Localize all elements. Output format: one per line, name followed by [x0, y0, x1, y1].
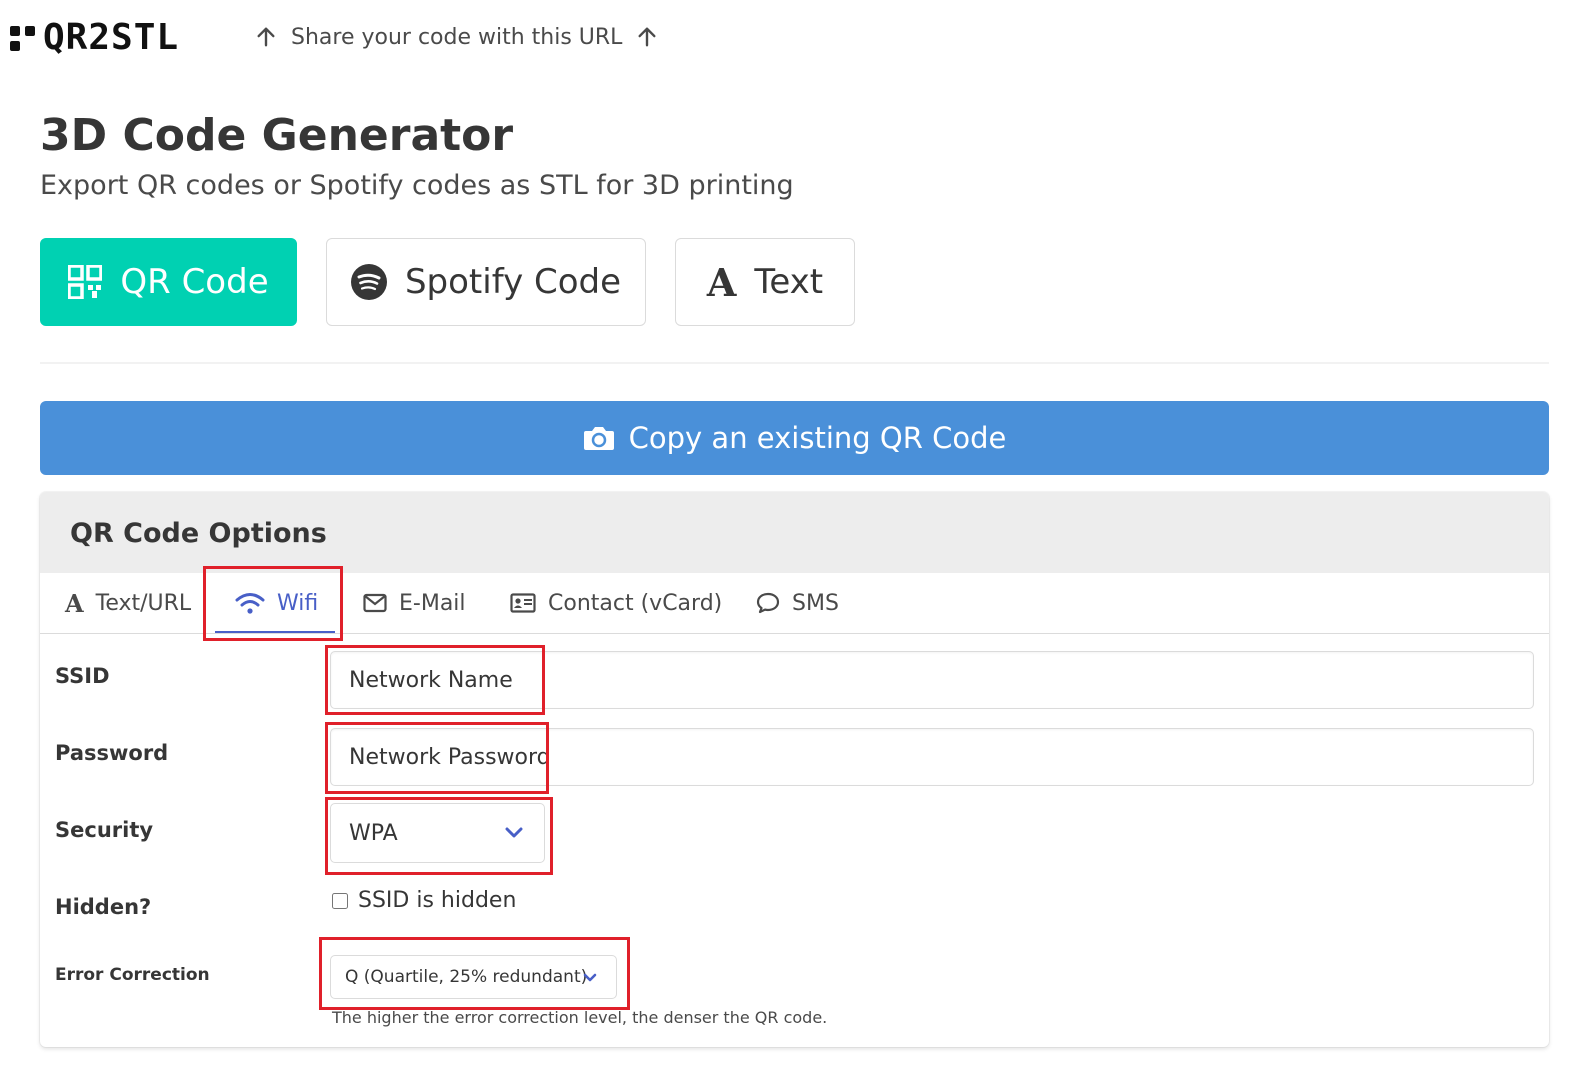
- card-header: QR Code Options: [40, 492, 1549, 573]
- qr-code-mode-button[interactable]: QR Code: [40, 238, 297, 326]
- chevron-down-icon: [505, 827, 523, 838]
- spotify-code-mode-label: Spotify Code: [404, 262, 622, 302]
- tab-email-label: E-Mail: [399, 590, 466, 616]
- tab-sms[interactable]: SMS: [756, 573, 839, 633]
- share-url-hint: Share your code with this URL: [255, 20, 658, 54]
- card-title: QR Code Options: [70, 518, 327, 549]
- arrow-up-icon: [257, 27, 275, 47]
- chevron-down-icon: [583, 973, 597, 982]
- security-select[interactable]: WPA: [330, 803, 545, 863]
- error-correction-help: The higher the error correction level, t…: [332, 1008, 828, 1027]
- logo-text: QR2STL: [43, 17, 180, 58]
- comment-icon: [756, 592, 780, 614]
- id-card-icon: [510, 593, 536, 613]
- font-icon: A: [65, 588, 84, 618]
- font-icon: A: [706, 259, 737, 305]
- tab-wifi-label: Wifi: [277, 590, 319, 616]
- copy-existing-qr-button[interactable]: Copy an existing QR Code: [40, 401, 1549, 475]
- camera-icon: [583, 427, 614, 450]
- tab-text-url[interactable]: A Text/URL: [65, 573, 191, 633]
- text-mode-label: Text: [754, 262, 824, 302]
- text-mode-button[interactable]: A Text: [675, 238, 855, 326]
- hidden-label: Hidden?: [55, 895, 152, 919]
- security-label: Security: [55, 818, 154, 842]
- copy-existing-qr-label: Copy an existing QR Code: [628, 421, 1007, 455]
- arrow-up-icon: [638, 27, 656, 47]
- tab-text-url-label: Text/URL: [95, 590, 192, 616]
- password-label: Password: [55, 741, 169, 765]
- ssid-label: SSID: [55, 664, 110, 688]
- logo[interactable]: QR2STL: [10, 18, 179, 58]
- tab-email[interactable]: E-Mail: [363, 573, 466, 633]
- logo-mark: [10, 25, 35, 51]
- tab-contact-vcard[interactable]: Contact (vCard): [510, 573, 722, 633]
- ssid-hidden-checkbox-label: SSID is hidden: [358, 888, 517, 913]
- share-url-text: Share your code with this URL: [291, 24, 623, 50]
- qr-type-tabs: A Text/URL Wifi E-Mail Contact (vCard) S…: [40, 573, 1549, 634]
- page-title: 3D Code Generator: [40, 110, 514, 161]
- qr-code-icon: [68, 265, 103, 299]
- qr-code-mode-label: QR Code: [120, 262, 269, 302]
- ssid-hidden-option[interactable]: SSID is hidden: [332, 888, 516, 913]
- wifi-icon: [235, 593, 265, 614]
- page-subtitle: Export QR codes or Spotify codes as STL …: [40, 170, 794, 201]
- password-input[interactable]: [330, 728, 1534, 786]
- section-divider: [40, 362, 1549, 364]
- ssid-input[interactable]: [330, 651, 1534, 709]
- spotify-code-mode-button[interactable]: Spotify Code: [326, 238, 646, 326]
- tab-sms-label: SMS: [792, 590, 839, 616]
- error-correction-select[interactable]: Q (Quartile, 25% redundant): [330, 955, 617, 999]
- tab-contact-vcard-label: Contact (vCard): [548, 590, 723, 616]
- envelope-icon: [363, 593, 387, 613]
- tab-wifi[interactable]: Wifi: [235, 573, 318, 633]
- error-correction-select-value: Q (Quartile, 25% redundant): [345, 967, 588, 987]
- qr-code-options-card: QR Code Options A Text/URL Wifi E-Mail C…: [40, 492, 1549, 1047]
- error-correction-label: Error Correction: [55, 965, 210, 985]
- active-tab-indicator: [215, 631, 335, 633]
- spotify-icon: [350, 264, 387, 300]
- security-select-value: WPA: [349, 820, 398, 846]
- ssid-hidden-checkbox[interactable]: [332, 892, 348, 909]
